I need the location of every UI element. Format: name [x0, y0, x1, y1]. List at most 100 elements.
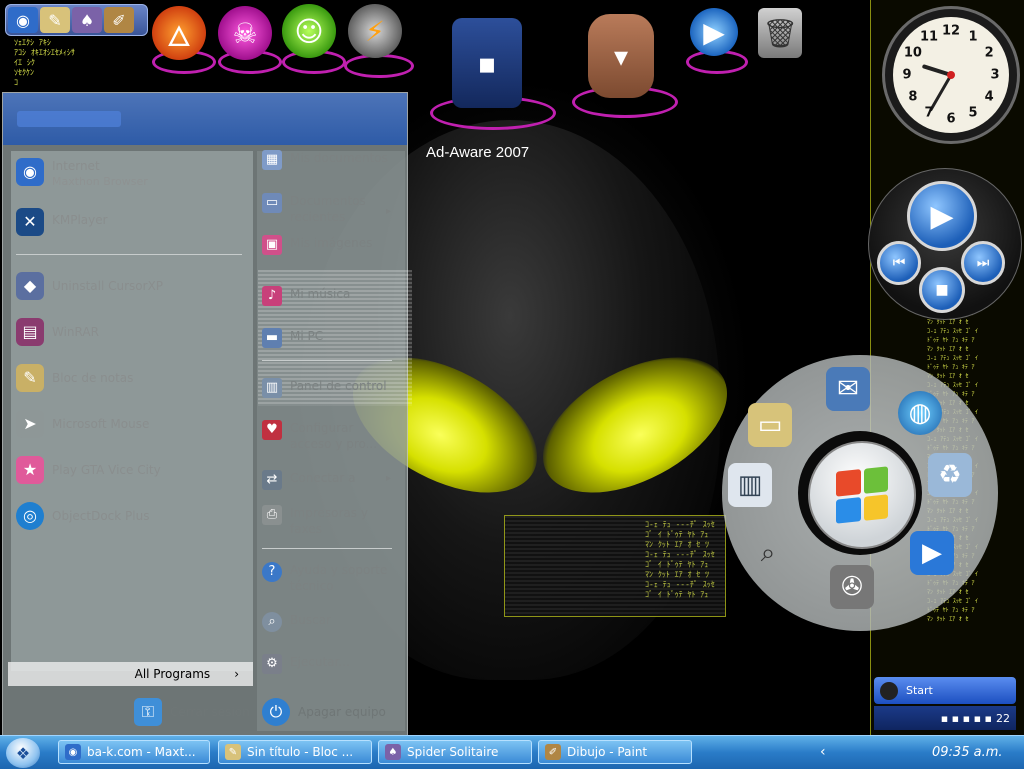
- start-item-ayuda[interactable]: ? Ayuda y soporte técnico: [262, 562, 397, 594]
- clock-minute-hand: [929, 73, 953, 112]
- start-item-kmplayer[interactable]: ✕ KMPlayer: [16, 208, 108, 236]
- start-orb-icon: [880, 681, 898, 700]
- matrix-box-text: ｺ-ｪ ﾃｭ ---ﾁﾟ ｽｯｾ ｺﾞ ｲ ﾄﾞｩﾃ ﾔﾄ ｱｭ ﾏﾝ ｸｯﾄ …: [645, 520, 715, 599]
- start-item-sublabel: Maxthon Browser: [52, 175, 148, 188]
- windows-flag-icon: [836, 466, 888, 524]
- stop-button[interactable]: ■: [919, 267, 965, 313]
- documents-icon: ▦: [262, 150, 282, 170]
- paint-icon: ✐: [545, 744, 561, 760]
- start-item-label: Conectar a: [290, 471, 356, 485]
- firefox-icon[interactable]: 🜂: [152, 6, 206, 60]
- media-player-icon[interactable]: ▶: [690, 8, 738, 56]
- matrix-text-top-left: ｿｪｴｸｼ ｱｷｼ ｱｺｼ ｵｷｴｵｼｴｾﾒｨｼｻ ｲｴ ｼｸ ｿｾｸｹﾝ ｺ: [14, 38, 75, 87]
- notepad-icon: ✎: [225, 744, 241, 760]
- start-item-label: Ejecutar...: [290, 655, 350, 669]
- start-item-label: KMPlayer: [52, 213, 108, 227]
- start-item-mis-documentos[interactable]: ▦ Mis documentos: [262, 150, 397, 170]
- start-item-internet[interactable]: ◉ Internet Maxthon Browser: [16, 158, 148, 190]
- submenu-arrow: ▸: [386, 206, 392, 217]
- start-item-bloc-de-notas[interactable]: ✎ Bloc de notas: [16, 364, 133, 392]
- notepad-icon[interactable]: ✎: [40, 7, 70, 33]
- recycle-bin-icon[interactable]: 🗑: [758, 8, 802, 58]
- clock-widget[interactable]: 12 1 2 3 4 5 6 7 8 9 10 11: [882, 6, 1020, 144]
- start-item-panel-de-control[interactable]: ▥ Panel de control: [262, 378, 397, 398]
- start-item-documentos-recientes[interactable]: ▭ Documentos recientes: [262, 193, 397, 225]
- shutdown-label: Apagar equipo: [298, 705, 386, 719]
- start-item-winrar[interactable]: ▤ WinRAR: [16, 318, 99, 346]
- maxthon-icon[interactable]: ◉: [8, 7, 38, 33]
- cursorxp-icon: ◆: [16, 272, 44, 300]
- control-panel-icon[interactable]: ▥: [728, 463, 772, 507]
- gta-icon: ★: [16, 456, 44, 484]
- clock-numeral: 1: [968, 29, 978, 45]
- mini-start-label: Start: [906, 684, 933, 697]
- music-icon: ♪: [262, 286, 282, 306]
- search-icon: ⌕: [262, 612, 282, 632]
- start-item-buscar[interactable]: ⌕ Buscar: [262, 612, 397, 632]
- previous-button[interactable]: ⏮: [877, 241, 921, 285]
- help-icon: ?: [262, 562, 282, 582]
- play-button[interactable]: ▶: [907, 181, 977, 251]
- media-player-icon[interactable]: ▶: [910, 531, 954, 575]
- taskbar-button-label: ba-k.com - Maxt...: [87, 745, 196, 759]
- clock-numeral: 3: [990, 67, 1000, 83]
- taskbar-button-maxthon[interactable]: ◉ ba-k.com - Maxt...: [58, 740, 210, 764]
- start-item-ejecutar[interactable]: ⚙ Ejecutar...: [262, 654, 397, 674]
- windows-start-orb[interactable]: [808, 441, 916, 549]
- clock-numeral: 5: [968, 105, 978, 121]
- skull-icon[interactable]: ☠: [218, 6, 272, 60]
- start-item-label: Uninstall CursorXP: [52, 279, 164, 293]
- start-item-conectar-a[interactable]: ⇄ Conectar a: [262, 470, 397, 490]
- spider-solitaire-icon[interactable]: ♠: [72, 7, 102, 33]
- start-item-label: ObjectDock Plus: [52, 509, 150, 523]
- film-reel-icon[interactable]: ✇: [830, 565, 874, 609]
- start-item-configurar-acceso[interactable]: ♥ Configurar acceso y pro...: [262, 420, 397, 452]
- media-player-widget: ▶ ⏮ ⏭ ■: [868, 168, 1022, 320]
- recycle-bin-icon[interactable]: ♻: [928, 453, 972, 497]
- defaults-icon: ♥: [262, 420, 282, 440]
- taskbar-button-paint[interactable]: ✐ Dibujo - Paint: [538, 740, 692, 764]
- paint-icon[interactable]: ✐: [104, 7, 134, 33]
- taskbar: ❖ ◉ ba-k.com - Maxt... ✎ Sin título - Bl…: [0, 735, 1024, 769]
- search-icon[interactable]: ⌕: [746, 531, 790, 575]
- start-item-mi-pc[interactable]: ▬ Mi PC: [262, 328, 397, 348]
- all-programs-label: All Programs: [134, 667, 211, 681]
- start-button[interactable]: ❖: [6, 738, 40, 768]
- mini-start-widget[interactable]: Start: [874, 677, 1016, 704]
- start-item-objectdock-plus[interactable]: ◎ ObjectDock Plus: [16, 502, 149, 530]
- taskbar-clock[interactable]: 09:35 a.m.: [932, 745, 1003, 760]
- start-item-uninstall-cursorxp[interactable]: ◆ Uninstall CursorXP: [16, 272, 163, 300]
- start-item-label: Mis imágenes: [290, 236, 373, 250]
- start-item-microsoft-mouse[interactable]: ➤ Microsoft Mouse: [16, 410, 149, 438]
- taskbar-button-label: Spider Solitaire: [407, 745, 499, 759]
- adaware-icon[interactable]: ▪: [452, 18, 522, 108]
- monster-icon[interactable]: ☺: [282, 4, 336, 58]
- start-item-label: Panel de control: [290, 379, 387, 393]
- folder-icon[interactable]: ▭: [748, 403, 792, 447]
- tray-expand-chevron[interactable]: ‹: [820, 744, 826, 760]
- pictures-icon: ▣: [262, 235, 282, 255]
- winrar-icon: ▤: [16, 318, 44, 346]
- chevron-right-icon: ›: [234, 667, 239, 681]
- logoff-button[interactable]: ⚿ Cerrar sesión: [134, 698, 250, 726]
- all-programs-button[interactable]: All Programs ›: [8, 662, 253, 686]
- globe-icon[interactable]: ◍: [898, 391, 942, 435]
- start-item-mi-musica[interactable]: ♪ Mi música: [262, 286, 397, 306]
- start-item-mis-imagenes[interactable]: ▣ Mis imágenes: [262, 235, 397, 255]
- shutdown-button[interactable]: ⏻ Apagar equipo: [262, 698, 386, 726]
- next-button[interactable]: ⏭: [961, 241, 1005, 285]
- user-name-placeholder: [17, 111, 121, 127]
- start-item-gta-vice-city[interactable]: ★ Play GTA Vice City: [16, 456, 161, 484]
- email-icon[interactable]: ✉: [826, 367, 870, 411]
- flash-icon[interactable]: ⚡: [348, 4, 402, 58]
- taskbar-button-notepad[interactable]: ✎ Sin título - Bloc ...: [218, 740, 372, 764]
- domo-icon[interactable]: ▾: [588, 14, 654, 98]
- notepad-icon: ✎: [16, 364, 44, 392]
- objectdock-icon: ◎: [16, 502, 44, 530]
- run-icon: ⚙: [262, 654, 282, 674]
- taskbar-button-spider-solitaire[interactable]: ♠ Spider Solitaire: [378, 740, 532, 764]
- start-item-label: Mi música: [290, 287, 351, 301]
- start-item-impresoras-y-faxes[interactable]: ⎙ Impresoras y faxes: [262, 505, 397, 537]
- clock-numeral: 9: [902, 67, 912, 83]
- start-item-label: Ayuda y soporte técnico: [290, 563, 388, 593]
